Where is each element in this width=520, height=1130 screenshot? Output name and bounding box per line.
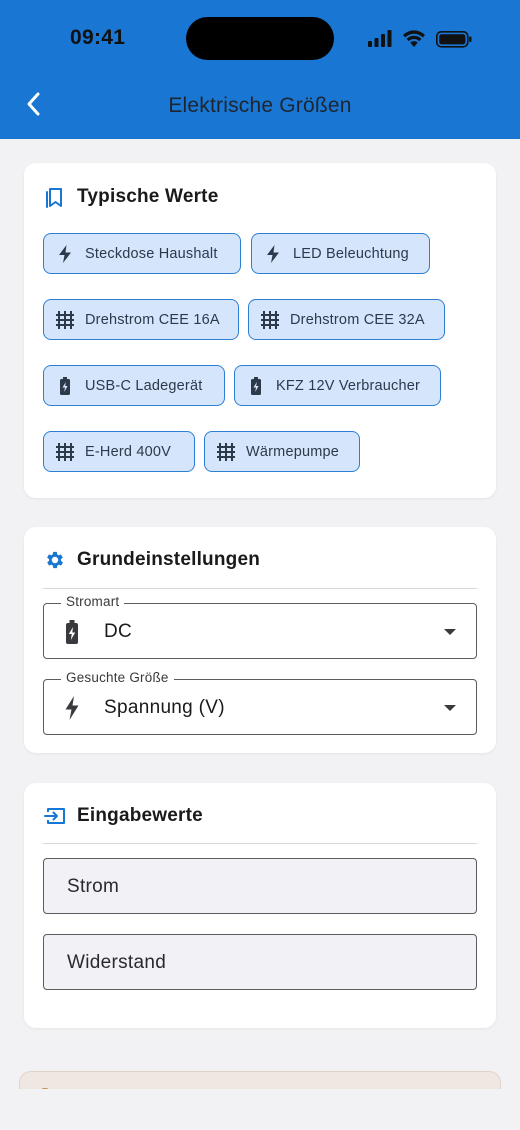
lightning-icon	[60, 695, 84, 721]
chip-drehstrom-cee-16a[interactable]: Drehstrom CEE 16A	[43, 299, 239, 340]
searched-quantity-label: Gesuchte Größe	[61, 670, 174, 685]
gear-icon	[43, 548, 67, 572]
battery-charging-icon	[60, 619, 84, 645]
chip-led-beleuchtung[interactable]: LED Beleuchtung	[251, 233, 430, 274]
chip-label: LED Beleuchtung	[293, 245, 409, 262]
bookmarks-icon	[43, 185, 67, 209]
lightning-icon	[55, 244, 75, 264]
divider	[43, 843, 477, 844]
searched-quantity-value: Spannung (V)	[104, 697, 225, 718]
chip-e-herd-400v[interactable]: E-Herd 400V	[43, 431, 195, 472]
chip-usb-c-ladegeraet[interactable]: USB-C Ladegerät	[43, 365, 225, 406]
cellular-signal-icon	[368, 30, 392, 47]
status-time: 09:41	[70, 26, 126, 49]
chip-label: E-Herd 400V	[85, 443, 172, 460]
status-bar: 09:41	[0, 0, 520, 78]
dropdown-arrow-icon	[444, 705, 456, 711]
status-icons	[368, 28, 474, 50]
chip-kfz-12v-verbraucher[interactable]: KFZ 12V Verbraucher	[234, 365, 441, 406]
searched-quantity-select[interactable]: Gesuchte Größe Spannung (V)	[43, 670, 477, 735]
chip-label: KFZ 12V Verbraucher	[276, 377, 421, 394]
chip-label: Drehstrom CEE 32A	[290, 311, 425, 328]
chip-label: Wärmepumpe	[246, 443, 340, 460]
chip-waermepumpe[interactable]: Wärmepumpe	[204, 431, 360, 472]
current-type-value: DC	[104, 621, 133, 642]
input-icon	[43, 804, 67, 828]
typical-values-title: Typische Werte	[77, 186, 219, 207]
basic-settings-title: Grundeinstellungen	[77, 549, 261, 570]
page-title: Elektrische Größen	[168, 94, 352, 117]
input-values-title: Eingabewerte	[77, 805, 203, 826]
dropdown-arrow-icon	[444, 629, 456, 635]
input-values-card: Eingabewerte Strom Widerstand	[24, 783, 496, 1028]
three-phase-icon	[216, 442, 236, 462]
dynamic-island	[186, 17, 334, 60]
current-type-label: Stromart	[61, 594, 125, 609]
chip-steckdose-haushalt[interactable]: Steckdose Haushalt	[43, 233, 241, 274]
basic-settings-card: Grundeinstellungen Stromart DC Gesuchte …	[24, 527, 496, 753]
app-header: 09:41 Elektrische Größen	[0, 0, 520, 139]
three-phase-icon	[55, 310, 75, 330]
divider	[43, 588, 477, 589]
current-input[interactable]: Strom	[43, 858, 477, 914]
input-values-header: Eingabewerte	[43, 801, 203, 831]
current-type-select[interactable]: Stromart DC	[43, 594, 477, 659]
typical-values-header: Typische Werte	[43, 182, 218, 212]
wifi-icon	[403, 30, 425, 47]
typical-values-card: Typische Werte Steckdose Haushalt LED Be…	[24, 163, 496, 498]
battery-charging-icon	[246, 376, 266, 396]
chip-drehstrom-cee-32a[interactable]: Drehstrom CEE 32A	[248, 299, 445, 340]
resistance-input-placeholder: Widerstand	[67, 952, 167, 973]
chip-label: Drehstrom CEE 16A	[85, 311, 220, 328]
battery-charging-icon	[55, 376, 75, 396]
battery-icon	[436, 31, 472, 48]
chip-label: Steckdose Haushalt	[85, 245, 218, 262]
current-input-placeholder: Strom	[67, 876, 120, 897]
basic-settings-header: Grundeinstellungen	[43, 545, 260, 575]
resistance-input[interactable]: Widerstand	[43, 934, 477, 990]
toolbar: Elektrische Größen	[0, 78, 520, 139]
three-phase-icon	[260, 310, 280, 330]
three-phase-icon	[55, 442, 75, 462]
chip-label: USB-C Ladegerät	[85, 377, 203, 394]
lightning-icon	[263, 244, 283, 264]
bottom-area	[0, 1089, 520, 1130]
